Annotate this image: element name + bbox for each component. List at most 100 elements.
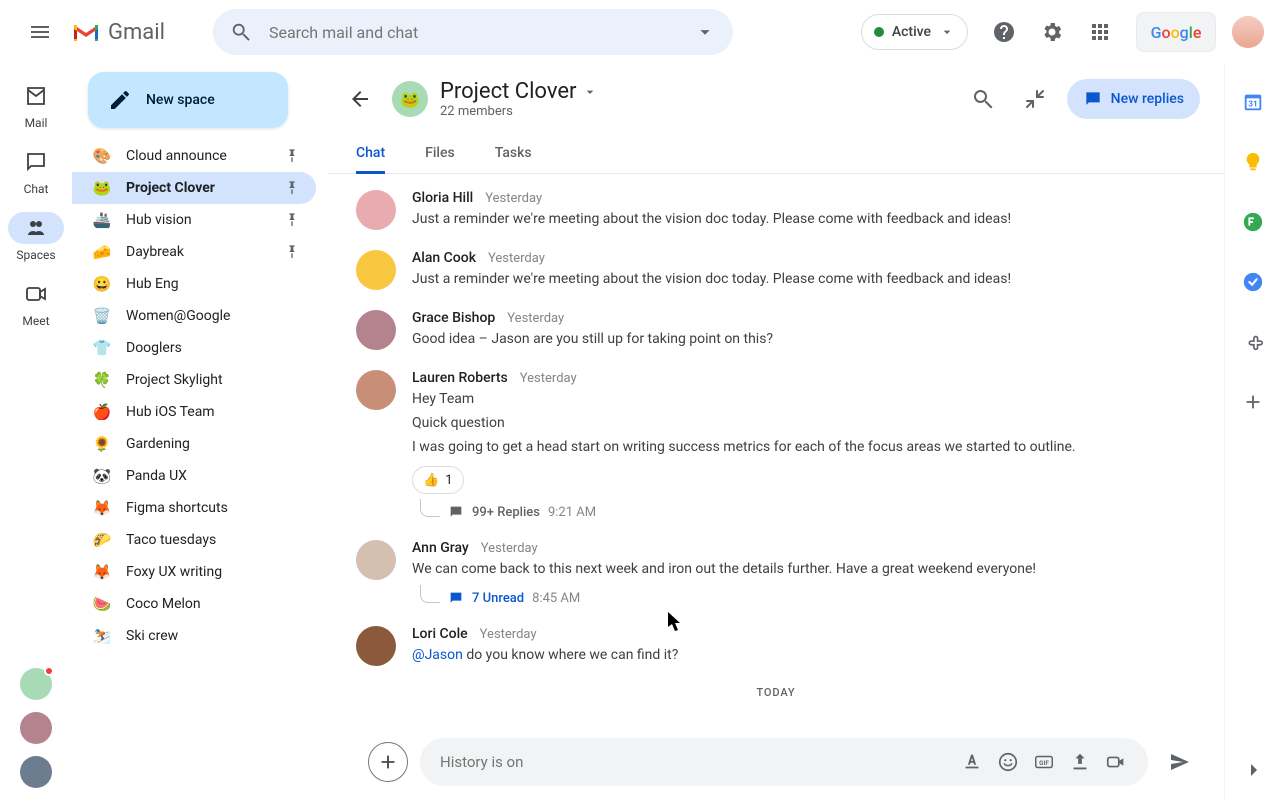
sidebar-space-item[interactable]: 🍉Coco Melon [72,588,316,620]
tab-files[interactable]: Files [425,134,455,174]
sidebar-space-item[interactable]: ⛷️Ski crew [72,620,316,652]
sidebar-space-item[interactable]: 🗑️Women@Google [72,300,316,332]
sidebar-space-item[interactable]: 🍀Project Skylight [72,364,316,396]
rail-contact-avatar[interactable] [20,668,52,700]
sidebar-space-item[interactable]: 🐸Project Clover [72,172,316,204]
sidebar-space-item[interactable]: 🍎Hub iOS Team [72,396,316,428]
space-emoji-icon: 🌻 [92,434,112,454]
new-replies-button[interactable]: New replies [1067,79,1200,119]
upload-icon[interactable] [1064,746,1096,778]
message-avatar[interactable] [356,370,396,410]
sidebar-space-item[interactable]: 🎨Cloud announce [72,140,316,172]
message-avatar[interactable] [356,250,396,290]
hide-side-panel-icon[interactable] [1233,750,1273,790]
rail-contact-avatar[interactable] [20,756,52,788]
main-menu-button[interactable] [16,8,64,56]
message-author[interactable]: Lori Cole [412,626,468,642]
chat-message: Alan CookYesterdayJust a reminder we're … [356,242,1196,302]
space-name: Project Skylight [126,372,300,388]
sidebar-space-item[interactable]: 🌮Taco tuesdays [72,524,316,556]
space-name: Hub iOS Team [126,404,300,420]
message-text: I was going to get a head start on writi… [412,436,1196,458]
gif-icon[interactable]: GIF [1028,746,1060,778]
rail-meet[interactable]: Meet [0,270,72,336]
members-count[interactable]: 22 members [440,104,598,119]
account-avatar[interactable] [1232,16,1264,48]
tab-chat[interactable]: Chat [356,134,385,174]
format-icon[interactable] [956,746,988,778]
message-input[interactable] [428,753,956,771]
message-author[interactable]: Lauren Roberts [412,370,508,386]
message-avatar[interactable] [356,626,396,666]
new-space-button[interactable]: New space [88,72,288,128]
emoji-icon[interactable] [992,746,1024,778]
search-options-icon[interactable] [685,12,725,52]
message-time: Yesterday [507,311,564,326]
back-button[interactable] [340,79,380,119]
rail-spaces[interactable]: Spaces [0,204,72,270]
space-name: Women@Google [126,308,300,324]
sidebar-space-item[interactable]: 🐼Panda UX [72,460,316,492]
message-author[interactable]: Ann Gray [412,540,469,556]
thread-link[interactable]: 99+ Replies9:21 AM [420,504,1196,520]
chat-message: Gloria HillYesterdayJust a reminder we'r… [356,182,1196,242]
calendar-addon-icon[interactable]: 31 [1233,82,1273,122]
message-avatar[interactable] [356,310,396,350]
rail-chat[interactable]: Chat [0,138,72,204]
tasks-addon-icon[interactable] [1233,262,1273,302]
send-button[interactable] [1160,742,1200,782]
sidebar-space-item[interactable]: 🧀Daybreak [72,236,316,268]
addons-icon[interactable] [1233,322,1273,362]
sidebar-space-item[interactable]: 🚢 Hub vision [72,204,316,236]
keep-addon-icon[interactable] [1233,142,1273,182]
space-name: Coco Melon [126,596,300,612]
support-icon[interactable] [984,12,1024,52]
pin-icon [284,148,300,164]
message-avatar[interactable] [356,190,396,230]
apps-grid-icon[interactable] [1080,12,1120,52]
google-account-box[interactable]: Google [1136,12,1216,52]
get-addons-icon[interactable] [1233,382,1273,422]
message-text: Good idea – Jason are you still up for t… [412,328,1196,350]
video-call-icon[interactable] [1100,746,1132,778]
message-author[interactable]: Gloria Hill [412,190,473,206]
settings-icon[interactable] [1032,12,1072,52]
search-input[interactable] [261,23,685,42]
sidebar-space-item[interactable]: 😀Hub Eng [72,268,316,300]
collapse-icon[interactable] [1015,79,1055,119]
gmail-logo[interactable]: Gmail [72,20,165,45]
rail-mail[interactable]: Mail [0,72,72,138]
contacts-addon-icon[interactable] [1233,202,1273,242]
thread-link[interactable]: 7 Unread8:45 AM [420,590,1196,606]
message-author[interactable]: Grace Bishop [412,310,495,326]
app-name: Gmail [108,20,165,45]
sidebar-space-item[interactable]: 👕Dooglers [72,332,316,364]
message-author[interactable]: Alan Cook [412,250,476,266]
mention[interactable]: @Jason [412,647,463,663]
search-icon[interactable] [221,12,261,52]
space-name: Hub vision [126,212,270,228]
divider-label: TODAY [756,686,795,699]
reaction-chip[interactable]: 👍1 [412,466,464,494]
message-text: Hey Team [412,388,1196,410]
search-in-space-icon[interactable] [963,79,1003,119]
space-emoji-icon: 🚢 [92,210,112,230]
search-bar[interactable] [213,9,733,55]
space-emoji-icon: 🦊 [92,498,112,518]
add-attachment-button[interactable] [368,742,408,782]
sidebar-space-item[interactable]: 🦊Foxy UX writing [72,556,316,588]
tab-tasks[interactable]: Tasks [495,134,532,174]
sidebar-space-item[interactable]: 🌻Gardening [72,428,316,460]
message-composer[interactable]: GIF [420,738,1148,786]
message-time: Yesterday [488,251,545,266]
sidebar-space-item[interactable]: 🦊Figma shortcuts [72,492,316,524]
rail-contact-avatar[interactable] [20,712,52,744]
chat-message: Lauren RobertsYesterdayHey TeamQuick que… [356,362,1196,532]
reaction-count: 1 [445,473,452,488]
message-time: Yesterday [485,191,542,206]
space-name: Dooglers [126,340,300,356]
space-title-dropdown[interactable]: Project Clover [440,79,598,104]
message-avatar[interactable] [356,540,396,580]
space-title: Project Clover [440,79,576,104]
status-chip[interactable]: Active [861,14,968,50]
